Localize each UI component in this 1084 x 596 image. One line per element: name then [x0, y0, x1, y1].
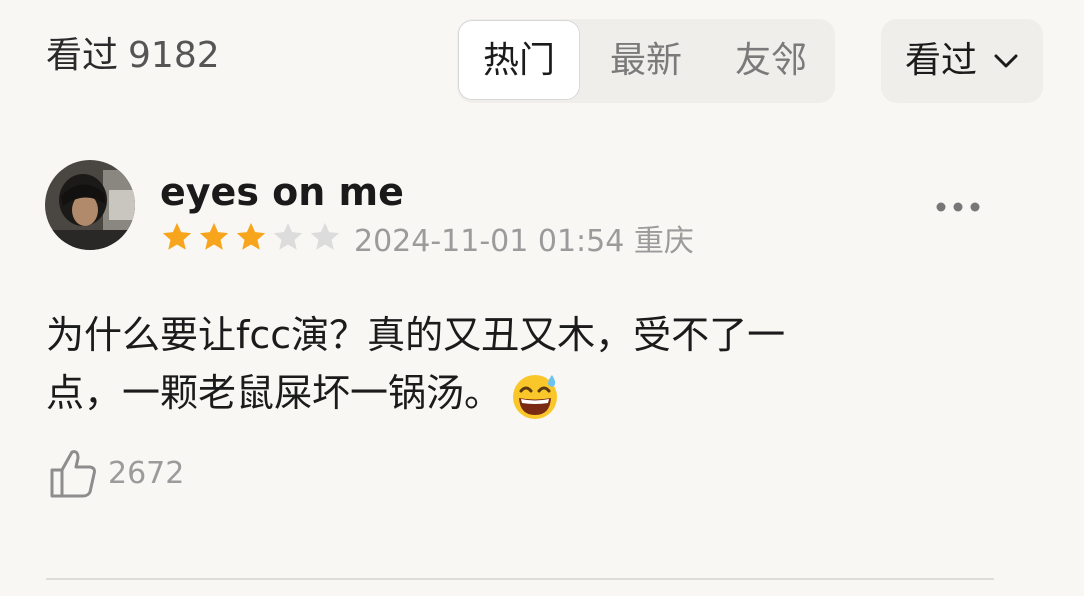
chevron-down-icon	[994, 54, 1018, 68]
star-empty-icon	[310, 222, 340, 250]
star-filled-icon	[162, 222, 192, 250]
tab-hot[interactable]: 热门	[458, 20, 580, 100]
star-empty-icon	[273, 222, 303, 250]
grinning-sweat-emoji	[513, 374, 558, 419]
star-filled-icon	[236, 222, 266, 250]
username[interactable]: eyes on me	[160, 170, 404, 214]
tab-friends[interactable]: 友邻	[710, 19, 832, 103]
star-filled-icon	[199, 222, 229, 250]
divider	[46, 578, 994, 580]
review-content: 为什么要让fcc演？真的又丑又木，受不了一 点，一颗老鼠屎坏一锅汤。	[46, 306, 946, 422]
viewed-count-label: 看过	[46, 35, 119, 76]
review-meta: 2024-11-01 01:54 重庆	[354, 216, 694, 260]
thumbs-up-icon[interactable]	[46, 446, 98, 500]
viewed-count-value: 9182	[128, 35, 220, 76]
review-timestamp: 2024-11-01 01:54	[354, 224, 625, 259]
filter-label: 看过	[905, 40, 978, 81]
review-text-line1: 为什么要让fcc演？真的又丑又木，受不了一	[46, 313, 786, 357]
filter-dropdown[interactable]: 看过	[881, 19, 1043, 103]
tab-latest[interactable]: 最新	[585, 19, 707, 103]
avatar[interactable]	[45, 160, 135, 250]
more-options-icon[interactable]	[934, 198, 982, 216]
review-text-line2: 点，一颗老鼠屎坏一锅汤。	[46, 371, 503, 415]
review-location: 重庆	[633, 224, 694, 259]
like-count: 2672	[108, 456, 185, 491]
sort-tabs: 热门 最新 友邻	[457, 19, 835, 103]
viewed-count: 看过 9182	[46, 26, 220, 78]
